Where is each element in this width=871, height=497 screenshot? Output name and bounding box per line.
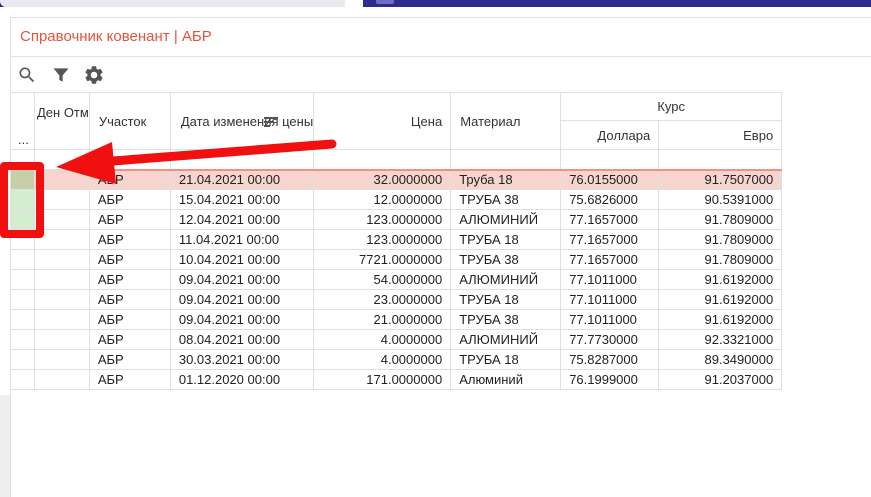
annotation-arrow-icon xyxy=(56,139,337,184)
